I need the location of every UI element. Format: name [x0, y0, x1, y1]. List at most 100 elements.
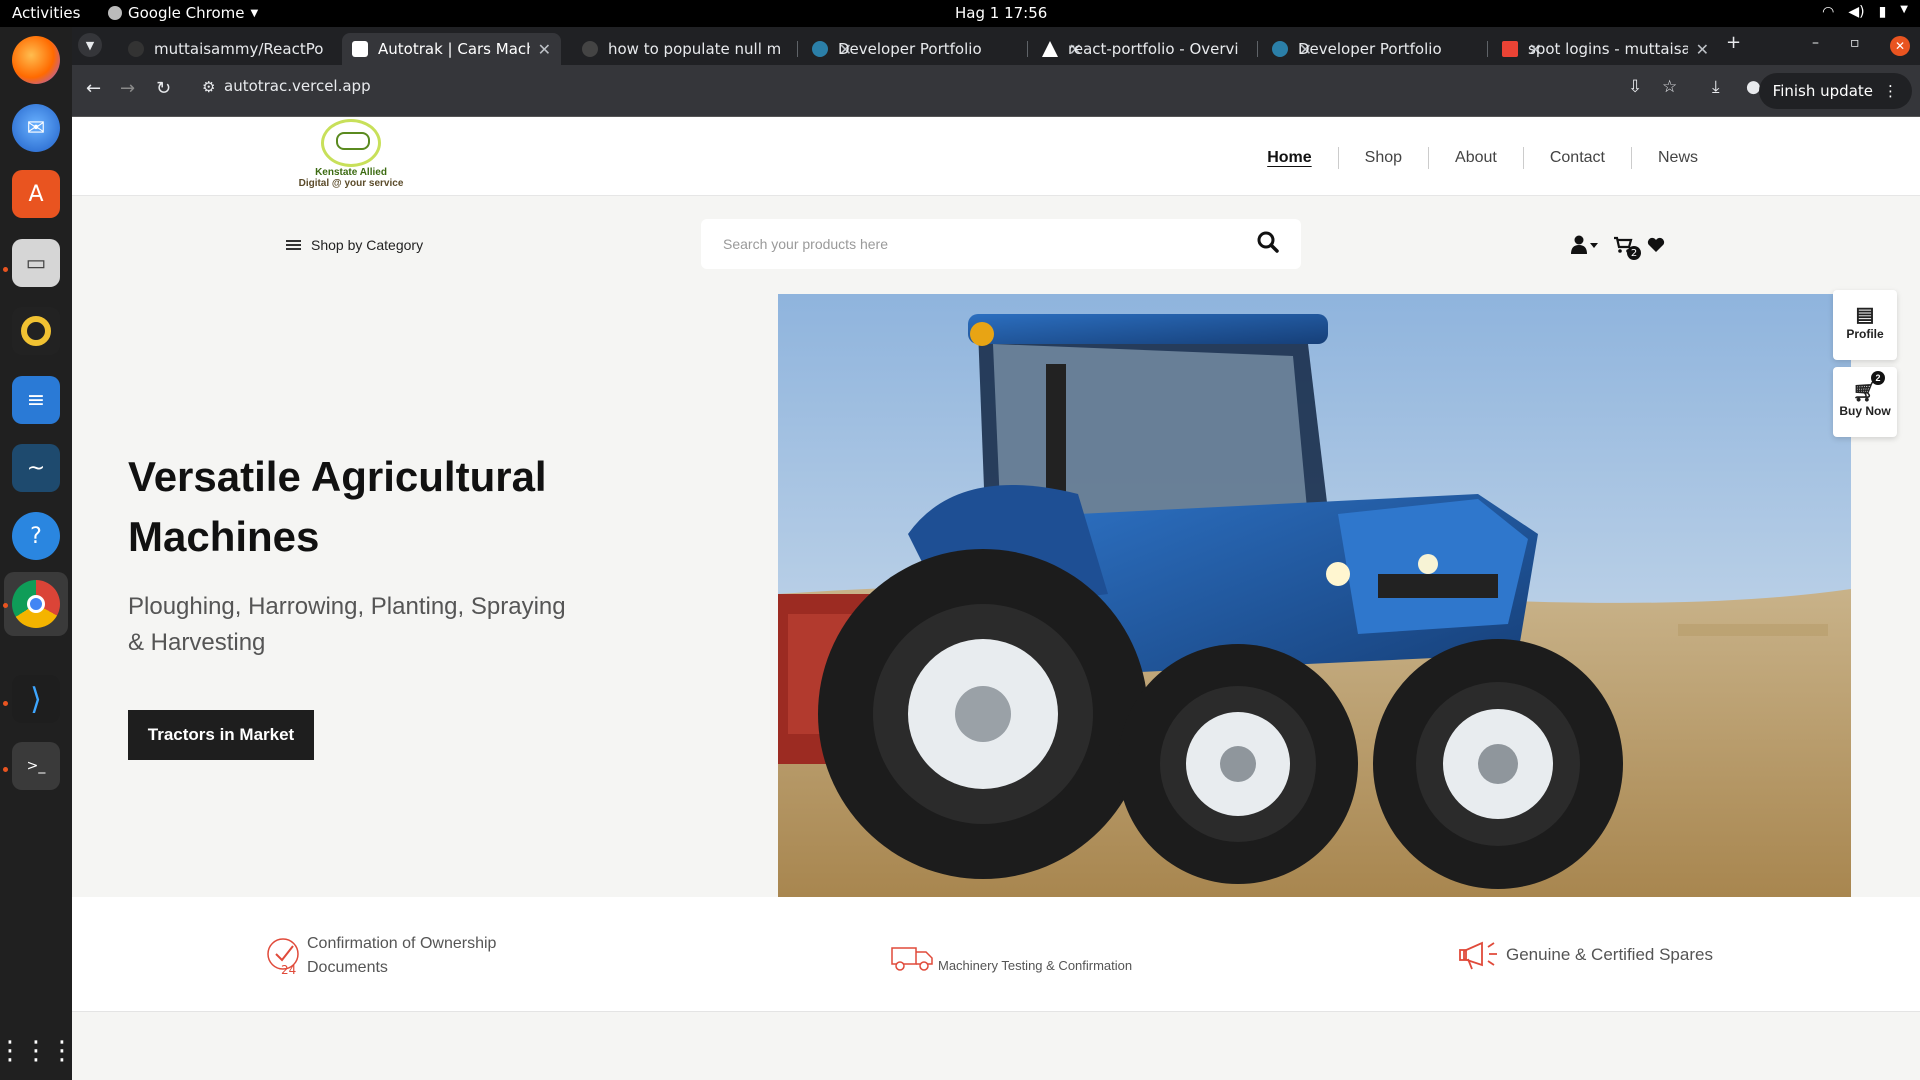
feature-item: Genuine & Certified Spares — [1458, 935, 1713, 975]
github-icon — [128, 41, 144, 57]
browser-window: ▼ muttaisammy/ReactPo ✕ Autotrak | Cars … — [72, 27, 1920, 1080]
thunderbird-icon[interactable]: ✉ — [12, 104, 60, 152]
site-favicon-icon — [352, 41, 368, 57]
feature-item: Machinery Testing & Confirmation — [890, 940, 1132, 973]
search-icon[interactable] — [1257, 231, 1279, 253]
megaphone-icon — [1459, 941, 1497, 970]
finish-update-button[interactable]: Finish update ⋮ — [1758, 73, 1912, 109]
battery-icon: ▮ — [1878, 4, 1887, 20]
running-indicator — [3, 701, 8, 706]
running-indicator — [3, 267, 8, 272]
app-menu[interactable]: Google Chrome ▼ — [108, 4, 258, 22]
drone-logo-icon — [321, 119, 381, 167]
chrome-app-icon — [108, 6, 122, 20]
stackoverflow-icon — [582, 41, 598, 57]
downloads-icon[interactable]: ⤓ — [1712, 77, 1720, 97]
site-header: Kenstate Allied Digital @ your service H… — [72, 117, 1920, 196]
shop-by-category-button[interactable]: Shop by Category — [286, 237, 423, 253]
chevron-down-icon: ▼ — [1900, 4, 1908, 15]
back-icon[interactable]: ← — [86, 78, 101, 99]
hamburger-menu-icon — [286, 240, 301, 250]
main-nav: Home Shop About Contact News — [1241, 147, 1724, 169]
tractor-illustration — [778, 294, 1851, 897]
chrome-icon[interactable] — [12, 580, 60, 628]
writer-icon[interactable]: ≡ — [12, 376, 60, 424]
buy-count-badge: 2 — [1871, 371, 1885, 385]
cart-icon: 🛒︎ 2 — [1833, 371, 1897, 404]
tab-search-icon[interactable]: ▼ — [78, 33, 102, 57]
dock: ✉ A ▭ ≡ ~ ? ⟩ >_ ⋮⋮⋮ — [0, 27, 75, 1080]
feature-item: 24 Confirmation of Ownership Documents — [267, 932, 557, 980]
cart-icon[interactable]: 2 — [1613, 236, 1641, 260]
clock[interactable]: Hag 1 17:56 — [955, 4, 1047, 22]
browser-tab-active[interactable]: Autotrak | Cars Machine ✕ — [342, 33, 561, 65]
wifi-icon: ◠ — [1822, 4, 1835, 20]
tab-separator — [797, 41, 798, 57]
react-icon — [1272, 41, 1288, 57]
mysql-workbench-icon[interactable]: ~ — [12, 444, 60, 492]
tab-separator — [1027, 41, 1028, 57]
install-app-icon[interactable]: ⇩ — [1628, 77, 1642, 97]
hero-subtitle: Ploughing, Harrowing, Planting, Spraying… — [128, 593, 566, 656]
profile-book-icon: ▤ — [1855, 304, 1875, 326]
delivery-truck-icon — [891, 946, 933, 971]
help-icon[interactable]: ? — [12, 512, 60, 560]
nav-home[interactable]: Home — [1241, 147, 1337, 169]
gmail-icon — [1502, 41, 1518, 57]
terminal-icon[interactable]: >_ — [12, 742, 60, 790]
site-info-icon[interactable]: ⚙ — [202, 78, 215, 96]
checklist-24-icon: 24 — [267, 938, 299, 976]
nav-news[interactable]: News — [1630, 147, 1724, 169]
vscode-icon[interactable]: ⟩ — [12, 675, 60, 723]
hero-tractor-image — [778, 294, 1851, 897]
cart-count-badge: 2 — [1627, 246, 1641, 260]
profile-side-button[interactable]: ▤ Profile — [1833, 290, 1897, 360]
hero-title: Versatile Agricultural Machines — [128, 453, 547, 560]
reload-icon[interactable]: ↻ — [156, 78, 171, 99]
files-icon[interactable]: ▭ — [12, 239, 60, 287]
app-center-icon[interactable]: A — [12, 170, 60, 218]
header-actions: 2 — [1571, 235, 1665, 260]
bookmark-star-icon[interactable]: ☆ — [1662, 77, 1677, 97]
forward-icon[interactable]: → — [120, 78, 135, 99]
running-indicator — [3, 767, 8, 772]
close-tab-icon[interactable]: ✕ — [538, 40, 551, 59]
search-box — [701, 219, 1301, 269]
user-menu-icon[interactable] — [1571, 235, 1599, 260]
firefox-icon[interactable] — [12, 36, 60, 84]
nav-contact[interactable]: Contact — [1522, 147, 1631, 169]
chevron-down-icon: ▼ — [250, 7, 259, 19]
buy-now-side-button[interactable]: 🛒︎ 2 Buy Now — [1833, 367, 1897, 437]
address-bar[interactable]: autotrac.vercel.app — [224, 77, 371, 95]
close-tab-icon[interactable]: ✕ — [1696, 40, 1709, 59]
system-top-bar: Activities Google Chrome ▼ Hag 1 17:56 ◠… — [0, 0, 1920, 27]
site-logo[interactable]: Kenstate Allied Digital @ your service — [286, 117, 416, 196]
running-indicator — [3, 603, 8, 608]
features-strip: 24 Confirmation of Ownership Documents M… — [72, 897, 1920, 1012]
system-tray[interactable]: ◠ ◀) ▮ ▼ — [1822, 4, 1908, 20]
web-page: Kenstate Allied Digital @ your service H… — [72, 117, 1920, 1080]
tractors-in-market-button[interactable]: Tractors in Market — [128, 710, 314, 760]
volume-icon: ◀) — [1848, 4, 1865, 20]
search-input[interactable] — [723, 233, 1243, 255]
activities-button[interactable]: Activities — [12, 4, 80, 22]
svg-text:24: 24 — [281, 963, 296, 976]
minimize-icon[interactable]: – — [1812, 35, 1819, 51]
browser-tab[interactable]: spot logins - muttaisam ✕ — [1492, 33, 1719, 65]
close-window-icon[interactable]: ✕ — [1890, 36, 1910, 56]
tab-separator — [1487, 41, 1488, 57]
show-apps-icon[interactable]: ⋮⋮⋮ — [0, 1027, 75, 1075]
tab-separator — [1257, 41, 1258, 57]
app-menu-label: Google Chrome — [128, 4, 245, 22]
rhythmbox-icon[interactable] — [12, 307, 60, 355]
vercel-icon — [1042, 41, 1058, 57]
nav-shop[interactable]: Shop — [1337, 147, 1428, 169]
react-icon — [812, 41, 828, 57]
nav-about[interactable]: About — [1428, 147, 1523, 169]
kebab-menu-icon: ⋮ — [1883, 82, 1898, 100]
wishlist-heart-icon[interactable] — [1647, 237, 1665, 258]
maximize-icon[interactable]: ▫ — [1850, 35, 1860, 51]
toolbar: ← → ↻ ⚙ autotrac.vercel.app ⇩ ☆ ⤓ ● Fini… — [72, 65, 1920, 117]
tab-strip: ▼ muttaisammy/ReactPo ✕ Autotrak | Cars … — [72, 27, 1920, 65]
new-tab-button[interactable]: + — [1726, 32, 1741, 53]
